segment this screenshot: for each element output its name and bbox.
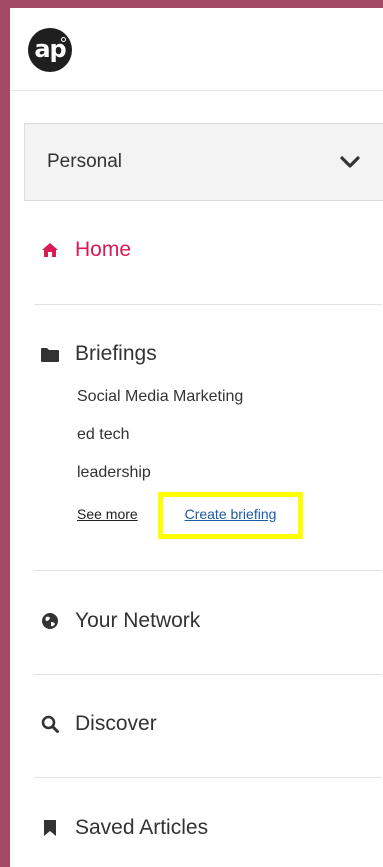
divider: [34, 777, 382, 778]
briefing-item[interactable]: Social Media Marketing: [77, 386, 243, 424]
search-icon: [40, 715, 60, 733]
nav-label-your-network: Your Network: [75, 609, 201, 632]
briefing-item[interactable]: ed tech: [77, 424, 243, 462]
create-briefing-highlight: Create briefing: [158, 492, 303, 539]
nav-item-briefings[interactable]: Briefings: [40, 342, 157, 366]
see-more-link[interactable]: See more: [77, 506, 138, 522]
briefing-list: Social Media Marketing ed tech leadershi…: [77, 386, 243, 500]
app-logo[interactable]: ap: [28, 28, 72, 72]
divider: [34, 304, 382, 305]
divider: [34, 570, 382, 571]
nav-item-saved-articles[interactable]: Saved Articles: [40, 816, 208, 840]
nav-item-discover[interactable]: Discover: [40, 712, 157, 736]
account-select[interactable]: Personal: [24, 123, 383, 201]
chevron-down-icon: [340, 156, 360, 168]
folder-icon: [40, 345, 60, 363]
account-select-label: Personal: [47, 151, 122, 172]
header-divider: [10, 90, 383, 91]
nav-item-home[interactable]: Home: [40, 238, 131, 262]
divider: [34, 674, 382, 675]
globe-icon: [40, 612, 60, 630]
nav-item-your-network[interactable]: Your Network: [40, 609, 200, 633]
home-icon: [40, 241, 60, 259]
sidebar-panel: ap Personal Home Briefings Social Media …: [10, 8, 383, 867]
nav-label-home: Home: [75, 238, 132, 261]
logo-dot-icon: [61, 37, 66, 42]
create-briefing-link[interactable]: Create briefing: [185, 506, 277, 522]
nav-label-briefings: Briefings: [75, 342, 157, 365]
nav-label-saved-articles: Saved Articles: [75, 816, 209, 839]
bookmark-icon: [40, 819, 60, 837]
nav-label-discover: Discover: [75, 712, 157, 735]
